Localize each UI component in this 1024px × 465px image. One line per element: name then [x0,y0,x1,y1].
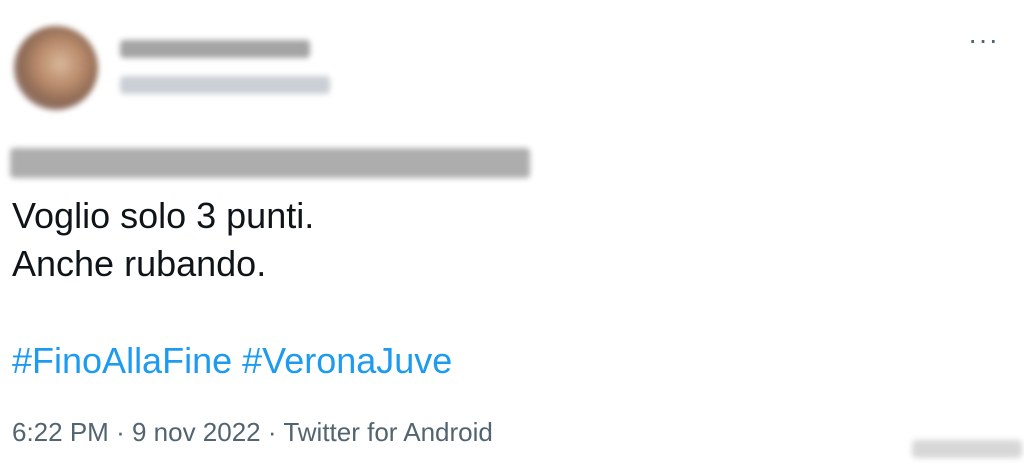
more-options-icon[interactable]: ··· [968,26,999,54]
user-handle-blurred[interactable] [120,76,330,94]
hashtag-row: #FinoAllaFine #VeronaJuve [12,337,452,385]
display-name-blurred[interactable] [120,40,310,58]
tweet-metadata: 6:22 PM · 9 nov 2022 · Twitter for Andro… [12,415,493,449]
tweet-time[interactable]: 6:22 PM [12,417,109,447]
avatar[interactable] [14,26,98,110]
tweet-text: Voglio solo 3 punti. Anche rubando. [12,192,314,288]
watermark-blurred [912,440,1022,458]
hashtag-link[interactable]: #FinoAllaFine [12,340,232,381]
hashtag-link[interactable]: #VeronaJuve [242,340,452,381]
meta-separator: · [267,417,277,447]
tweet-date[interactable]: 9 nov 2022 [132,417,261,447]
tweet-line: Anche rubando. [12,243,267,284]
tweet-source[interactable]: Twitter for Android [283,417,493,447]
redacted-text-line [10,148,530,178]
meta-separator: · [116,417,125,447]
tweet-line: Voglio solo 3 punti. [12,195,315,236]
